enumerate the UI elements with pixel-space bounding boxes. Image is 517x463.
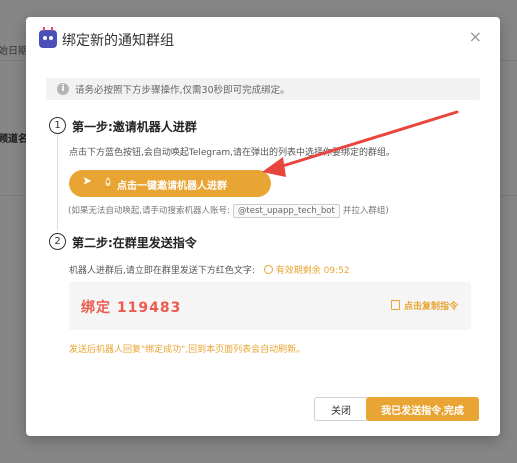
hint-suffix: 并拉入群组) — [342, 206, 389, 216]
notice-text: 请务必按照下方步骤操作,仅需30秒即可完成绑定。 — [75, 85, 290, 96]
copy-command-label: 点击复制指令 — [403, 302, 458, 312]
close-button[interactable]: 关闭 — [314, 397, 368, 421]
validity-timer: 有效期剩余 09:52 — [263, 265, 350, 276]
done-button[interactable]: 我已发送指令,完成 — [366, 397, 479, 421]
info-icon: i — [57, 83, 69, 95]
dialog-header: 绑定新的通知群组 × — [26, 17, 500, 61]
robot-logo-icon — [39, 27, 57, 48]
validity-timer-text: 有效期剩余 09:52 — [275, 266, 350, 276]
rocket-icon — [105, 177, 111, 188]
manual-invite-hint: (如果无法自动唤起,请手动搜索机器人账号: @test_upapp_tech_bo… — [68, 204, 389, 218]
copy-command-button[interactable]: 点击复制指令 — [390, 299, 458, 312]
hint-prefix: (如果无法自动唤起,请手动搜索机器人账号: — [68, 206, 230, 216]
copy-icon — [390, 300, 400, 310]
after-send-note: 发送后机器人回复"绑定成功",回到本页面列表会自动刷新。 — [69, 345, 306, 355]
step-connector-line — [57, 134, 58, 230]
step1-title: 第一步:邀请机器人进群 — [72, 120, 197, 134]
bot-account-tag[interactable]: @test_upapp_tech_bot — [232, 204, 340, 218]
step2-description-row: 机器人进群后,请立即在群里发送下方红色文字: 有效期剩余 09:52 — [69, 263, 350, 276]
clock-icon — [263, 265, 273, 274]
bind-group-dialog: 绑定新的通知群组 × i 请务必按照下方步骤操作,仅需30秒即可完成绑定。 1 … — [26, 17, 500, 436]
bind-command-text: 绑定 119483 — [81, 300, 182, 316]
step2-title: 第二步:在群里发送指令 — [72, 236, 197, 250]
step2-description: 机器人进群后,请立即在群里发送下方红色文字: — [69, 266, 255, 276]
close-icon[interactable]: × — [469, 29, 482, 45]
command-box: 绑定 119483 点击复制指令 — [69, 282, 471, 330]
step1-description: 点击下方蓝色按钮,会自动唤起Telegram,请在弹出的列表中选择你要绑定的群组… — [69, 148, 395, 158]
notice-banner: i 请务必按照下方步骤操作,仅需30秒即可完成绑定。 — [46, 78, 480, 100]
paper-plane-icon: ➤ — [83, 176, 92, 187]
step2-number: 2 — [49, 233, 66, 250]
step1-number: 1 — [49, 117, 66, 134]
invite-bot-button[interactable]: ➤ 点击一键邀请机器人进群 — [69, 170, 271, 197]
dialog-title: 绑定新的通知群组 — [62, 33, 174, 49]
invite-bot-button-label: 点击一键邀请机器人进群 — [117, 181, 227, 192]
